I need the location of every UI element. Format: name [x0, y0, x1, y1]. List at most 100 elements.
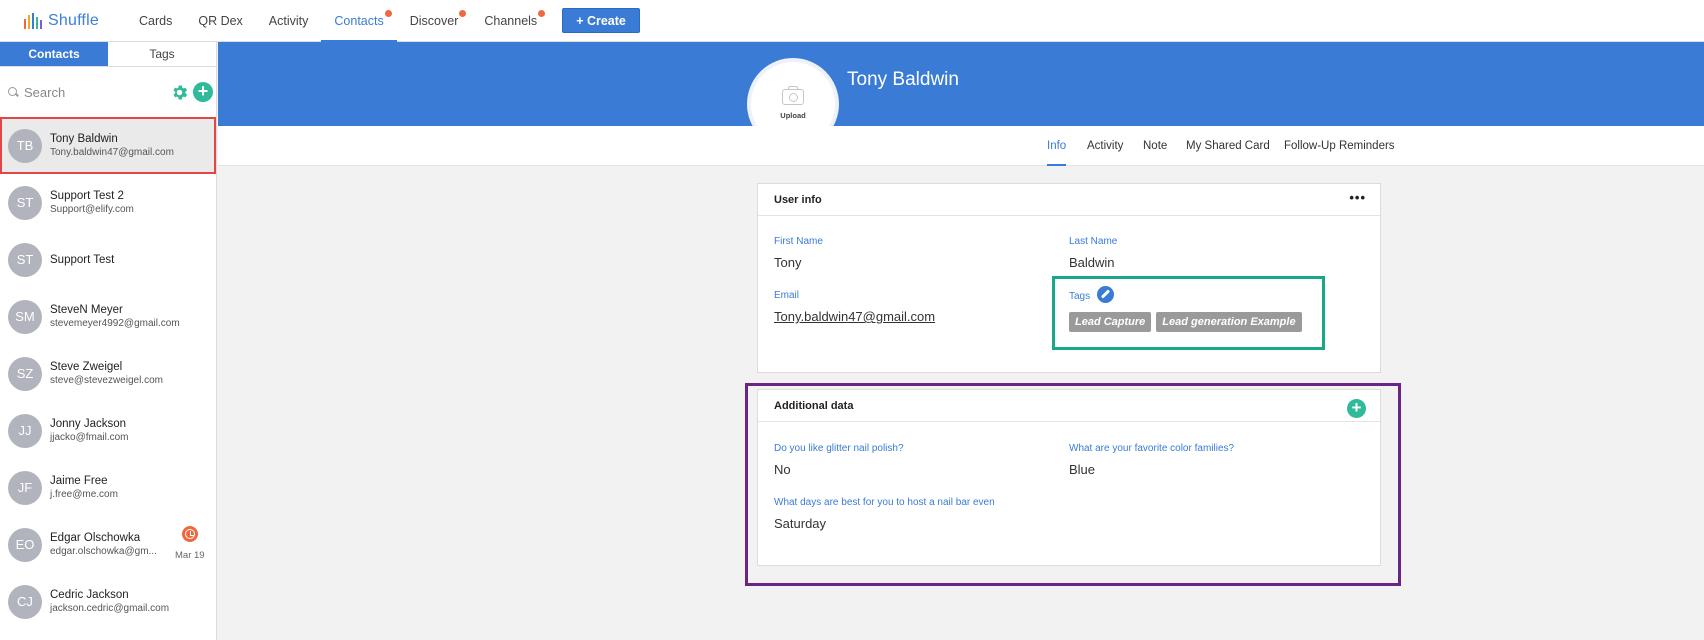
- contact-name: Support Test 2: [50, 190, 124, 202]
- notification-dot: [459, 9, 467, 17]
- contact-email: jjacko@fmail.com: [50, 432, 129, 443]
- user-info-title: User info: [774, 194, 822, 206]
- contact-text: Jaime Free j.free@me.com: [50, 474, 118, 501]
- tab-note[interactable]: Note: [1143, 126, 1167, 166]
- email-label: Email: [774, 290, 800, 301]
- nav-item-activity[interactable]: Activity: [256, 0, 322, 42]
- tab-contacts[interactable]: Contacts: [0, 42, 108, 67]
- shuffle-logo[interactable]: Shuffle: [24, 12, 126, 30]
- contact-text: Support Test: [50, 253, 114, 267]
- avatar: SZ: [8, 356, 42, 391]
- upload-label: Upload: [780, 110, 806, 120]
- search-icon: [8, 86, 19, 98]
- contact-text: Tony Baldwin Tony.baldwin47@gmail.com: [50, 132, 174, 159]
- last-name-field: Last Name Baldwin: [1069, 236, 1117, 270]
- contact-list-item[interactable]: ST Support Test: [0, 231, 216, 288]
- contact-list-item[interactable]: ST Support Test 2 Support@elify.com: [0, 174, 216, 231]
- last-name-label: Last Name: [1069, 236, 1118, 247]
- contact-email: stevemeyer4992@gmail.com: [50, 318, 180, 329]
- contact-list: TB Tony Baldwin Tony.baldwin47@gmail.com ST…: [0, 117, 216, 630]
- contact-name: Tony Baldwin: [50, 133, 118, 145]
- more-options-icon[interactable]: •••: [1349, 191, 1366, 204]
- contact-text: Steve Zweigel steve@stevezweigel.com: [50, 360, 163, 387]
- contact-list-item[interactable]: JF Jaime Free j.free@me.com: [0, 459, 216, 516]
- contact-email: edgar.olschowka@gm...: [50, 546, 157, 557]
- contact-list-item[interactable]: CJ Cedric Jackson jackson.cedric@gmail.com: [0, 573, 216, 630]
- tab-follow-up-reminders[interactable]: Follow-Up Reminders: [1284, 126, 1395, 166]
- last-name-value: Baldwin: [1069, 255, 1115, 270]
- nav-item-label: Cards: [139, 13, 173, 28]
- contact-email: j.free@me.com: [50, 489, 118, 500]
- contact-list-item[interactable]: EO Edgar Olschowka edgar.olschowka@gm... Ma…: [0, 516, 216, 573]
- contact-name: Jaime Free: [50, 475, 108, 487]
- nav-item-cards[interactable]: Cards: [126, 0, 185, 42]
- avatar: ST: [8, 185, 42, 220]
- email-field: Email Tony.baldwin47@gmail.com: [774, 290, 935, 324]
- avatar: TB: [8, 128, 42, 163]
- contact-text: Support Test 2 Support@elify.com: [50, 189, 134, 216]
- nav-item-discover[interactable]: Discover: [397, 0, 472, 42]
- brand-name: Shuffle: [48, 11, 99, 29]
- profile-tabs: Info Activity Note My Shared Card Follow…: [218, 126, 1704, 166]
- first-name-value: Tony: [774, 255, 802, 270]
- create-button[interactable]: + Create: [562, 8, 640, 33]
- contact-name: Edgar Olschowka: [50, 532, 141, 544]
- contacts-sidebar: Contacts Tags + TB Tony Baldwin Tony.baldw…: [0, 42, 217, 640]
- avatar: JJ: [8, 413, 42, 448]
- contact-text: Cedric Jackson jackson.cedric@gmail.com: [50, 588, 169, 615]
- contact-email: steve@stevezweigel.com: [50, 375, 163, 386]
- contact-name: Jonny Jackson: [50, 418, 127, 430]
- notification-dot: [384, 9, 392, 17]
- top-nav: Shuffle Cards QR Dex Activity Contacts Disco…: [0, 0, 1704, 42]
- contact-name: Cedric Jackson: [50, 589, 129, 601]
- notification-dot: [538, 9, 546, 17]
- avatar: SM: [8, 299, 42, 334]
- avatar: EO: [8, 527, 42, 562]
- nav-item-label: Channels: [484, 13, 538, 28]
- sidebar-tabs: Contacts Tags: [0, 42, 216, 67]
- contact-email: jackson.cedric@gmail.com: [50, 603, 170, 614]
- avatar: JF: [8, 470, 42, 505]
- search-input[interactable]: [24, 84, 164, 100]
- nav-item-channels[interactable]: Channels: [471, 0, 550, 42]
- contact-name: SteveN Meyer: [50, 304, 123, 316]
- email-link[interactable]: Tony.baldwin47@gmail.com: [774, 309, 935, 324]
- contact-email: Support@elify.com: [50, 204, 134, 215]
- profile-banner: [218, 42, 1704, 126]
- search-row: +: [0, 67, 216, 117]
- additional-data-highlight-box: [745, 383, 1401, 586]
- tab-my-shared-card[interactable]: My Shared Card: [1186, 126, 1270, 166]
- tab-tags[interactable]: Tags: [108, 42, 216, 67]
- nav-item-label: Activity: [268, 13, 309, 28]
- nav-item-label: QR Dex: [198, 13, 243, 28]
- reminder-date: Mar 19: [175, 550, 205, 561]
- contact-text: SteveN Meyer stevemeyer4992@gmail.com: [50, 303, 180, 330]
- profile-name: Tony Baldwin: [847, 69, 959, 90]
- contact-name: Support Test: [50, 253, 115, 266]
- contact-text: Edgar Olschowka edgar.olschowka@gm...: [50, 531, 157, 558]
- contact-email: Tony.baldwin47@gmail.com: [50, 147, 174, 158]
- add-contact-icon[interactable]: +: [193, 82, 213, 102]
- tab-activity[interactable]: Activity: [1087, 126, 1123, 166]
- nav-item-label: Discover: [409, 13, 459, 28]
- avatar: CJ: [8, 584, 42, 619]
- contact-list-item[interactable]: TB Tony Baldwin Tony.baldwin47@gmail.com: [0, 117, 216, 174]
- logo-icon: [24, 12, 42, 29]
- tab-info[interactable]: Info: [1047, 126, 1067, 166]
- contact-list-item[interactable]: JJ Jonny Jackson jjacko@fmail.com: [0, 402, 216, 459]
- first-name-field: First Name Tony: [774, 236, 823, 270]
- contact-text: Jonny Jackson jjacko@fmail.com: [50, 417, 129, 444]
- tags-highlight-box: [1052, 276, 1325, 350]
- nav-item-qr-dex[interactable]: QR Dex: [185, 0, 255, 42]
- reminder-clock-icon[interactable]: [182, 526, 198, 542]
- gear-icon[interactable]: [170, 83, 189, 102]
- avatar: ST: [8, 242, 42, 277]
- nav-item-label: Contacts: [334, 13, 384, 28]
- user-info-header: User info •••: [758, 184, 1380, 216]
- first-name-label: First Name: [774, 236, 823, 247]
- camera-icon: [782, 85, 804, 105]
- nav-item-contacts[interactable]: Contacts: [321, 0, 397, 42]
- contact-name: Steve Zweigel: [50, 361, 123, 373]
- contact-list-item[interactable]: SM SteveN Meyer stevemeyer4992@gmail.com: [0, 288, 216, 345]
- contact-list-item[interactable]: SZ Steve Zweigel steve@stevezweigel.com: [0, 345, 216, 402]
